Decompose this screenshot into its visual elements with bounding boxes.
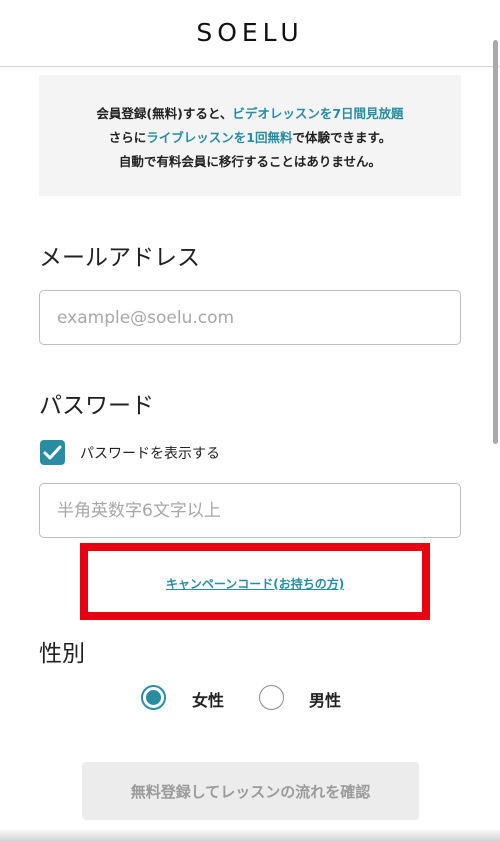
radio-selected-dot [146, 690, 161, 705]
notice-line-3: 自動で有料会員に移行することはありません。 [118, 154, 382, 169]
email-field[interactable] [39, 290, 461, 345]
soelu-logo[interactable]: SOELU [0, 18, 500, 47]
password-label: パスワード [39, 393, 154, 419]
bottom-shadow [0, 828, 500, 842]
gender-radio-male[interactable] [259, 685, 284, 710]
signup-page: SOELU 会員登録(無料)すると、ビデオレッスンを7日間見放題 さらにライブレ… [0, 0, 500, 842]
free-trial-notice: 会員登録(無料)すると、ビデオレッスンを7日間見放題 さらにライブレッスンを1回… [39, 75, 461, 196]
campaign-code-link[interactable]: キャンペーンコード(お持ちの方) [80, 575, 430, 592]
gender-radio-group: 女性 男性 [0, 683, 500, 713]
gender-label: 性別 [39, 641, 85, 667]
email-label: メールアドレス [39, 245, 200, 271]
show-password-checkbox[interactable] [40, 440, 65, 465]
gender-male-label[interactable]: 男性 [309, 687, 341, 711]
show-password-label[interactable]: パスワードを表示する [80, 443, 220, 463]
header: SOELU [0, 0, 500, 67]
scrollbar[interactable] [493, 40, 498, 444]
notice-line-1: 会員登録(無料)すると、ビデオレッスンを7日間見放題 [96, 106, 404, 121]
gender-female-label[interactable]: 女性 [192, 687, 224, 711]
gender-radio-female[interactable] [141, 685, 166, 710]
checkmark-icon [43, 445, 62, 460]
password-field[interactable] [39, 483, 461, 538]
free-register-button[interactable]: 無料登録してレッスンの流れを確認 [82, 762, 419, 820]
notice-line-2: さらにライブレッスンを1回無料で体験できます。 [108, 130, 392, 145]
